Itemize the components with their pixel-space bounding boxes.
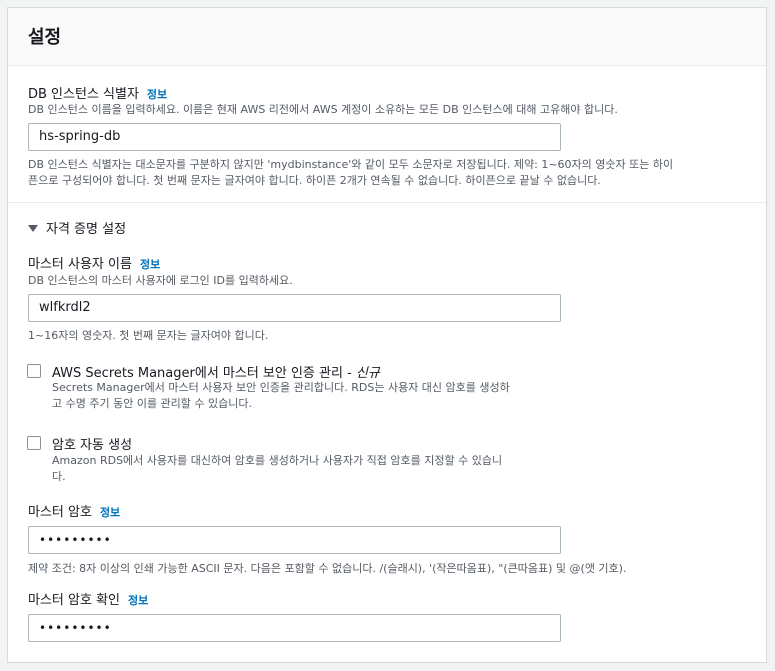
db-identifier-label-text: DB 인스턴스 식별자 <box>28 87 139 102</box>
master-username-input[interactable]: wlfkrdl2 <box>28 294 561 322</box>
settings-panel: 설정 DB 인스턴스 식별자 정보 DB 인스턴스 이름을 입력하세요. 이름은 … <box>7 7 767 663</box>
master-password-label-text: 마스터 암호 <box>28 505 92 520</box>
confirm-password-input[interactable]: ••••••••• <box>28 614 561 642</box>
db-identifier-constraint-2: 픈으로 구성되어야 합니다. 첫 번째 문자는 글자여야 합니다. 하이픈 2개… <box>28 174 601 187</box>
master-username-description: DB 인스턴스의 마스터 사용자에 로그인 ID를 입력하세요. <box>28 274 293 287</box>
confirm-password-label: 마스터 암호 확인 정보 <box>28 589 148 608</box>
panel-header: 설정 <box>8 8 766 66</box>
db-identifier-info-link[interactable]: 정보 <box>147 88 167 101</box>
master-password-label: 마스터 암호 정보 <box>28 501 120 520</box>
master-password-info-link[interactable]: 정보 <box>100 506 120 519</box>
section-divider <box>8 202 766 203</box>
master-username-label-text: 마스터 사용자 이름 <box>28 257 132 272</box>
confirm-password-label-text: 마스터 암호 확인 <box>28 593 120 608</box>
secrets-manager-label-text: AWS Secrets Manager에서 마스터 보안 인증 관리 - <box>52 366 356 381</box>
master-password-input[interactable]: ••••••••• <box>28 526 561 554</box>
secrets-manager-label[interactable]: AWS Secrets Manager에서 마스터 보안 인증 관리 - 신규 <box>52 362 380 381</box>
secrets-manager-description-2: 고 수명 주기 동안 이를 관리할 수 있습니다. <box>52 397 253 410</box>
secrets-manager-description-1: Secrets Manager에서 마스터 사용자 보안 인증을 관리합니다. … <box>52 381 510 394</box>
db-identifier-constraint-1: DB 인스턴스 식별자는 대소문자를 구분하지 않지만 'mydbinstanc… <box>28 158 674 171</box>
caret-down-icon <box>28 225 38 232</box>
db-identifier-input[interactable]: hs-spring-db <box>28 123 561 151</box>
auto-password-label[interactable]: 암호 자동 생성 <box>52 434 132 453</box>
db-identifier-label: DB 인스턴스 식별자 정보 <box>28 83 167 102</box>
credentials-section-title: 자격 증명 설정 <box>46 222 127 237</box>
new-tag: 신규 <box>355 366 380 381</box>
master-username-constraint: 1~16자의 영숫자. 첫 번째 문자는 글자여야 합니다. <box>28 329 269 342</box>
credentials-expander[interactable]: 자격 증명 설정 <box>28 218 126 237</box>
confirm-password-info-link[interactable]: 정보 <box>128 594 148 607</box>
master-username-label: 마스터 사용자 이름 정보 <box>28 253 160 272</box>
auto-password-checkbox[interactable] <box>27 436 41 450</box>
secrets-manager-checkbox[interactable] <box>27 364 41 378</box>
master-password-constraint: 제약 조건: 8자 이상의 인쇄 가능한 ASCII 문자. 다음은 포함할 수… <box>28 562 627 575</box>
auto-password-description-2: 다. <box>52 470 66 483</box>
db-identifier-description: DB 인스턴스 이름을 입력하세요. 이름은 현재 AWS 리전에서 AWS 계… <box>28 103 618 116</box>
master-username-info-link[interactable]: 정보 <box>140 258 160 271</box>
auto-password-description-1: Amazon RDS에서 사용자를 대신하여 암호를 생성하거나 사용자가 직접… <box>52 454 503 467</box>
panel-title: 설정 <box>28 27 62 48</box>
